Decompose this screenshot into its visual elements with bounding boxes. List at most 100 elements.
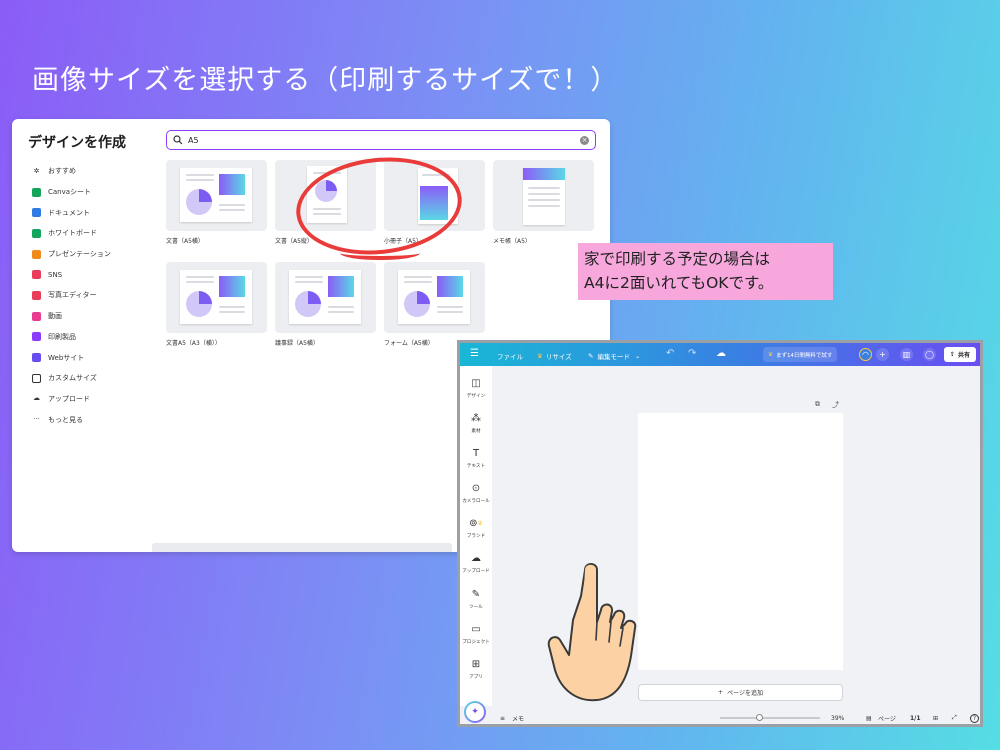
menu-item-label: もっと見る <box>48 415 83 424</box>
share-label: 共有 <box>958 352 971 359</box>
menu-item-upload[interactable]: ☁ アップロード <box>32 389 162 410</box>
pointing-hand-illustration <box>547 563 637 702</box>
rail-camera-roll[interactable]: ⊙ カメラロール <box>460 483 492 504</box>
search-box[interactable]: × <box>166 130 596 150</box>
design-page[interactable] <box>638 413 843 670</box>
menu-item-label: 写真エディター <box>48 291 97 300</box>
menu-item-sns[interactable]: SNS <box>32 264 162 285</box>
rail-text[interactable]: T テキスト <box>460 448 492 469</box>
web-icon <box>32 353 41 363</box>
rail-label: テキスト <box>466 464 486 469</box>
template-tile[interactable]: フォーム（A5横） <box>384 262 485 347</box>
left-rail: ◫ デザイン ⁂ 素材 T テキスト ⊙ カメラロール ⊚♛ ブランド ☁ アッ… <box>460 366 492 706</box>
rail-upload[interactable]: ☁ アップロード <box>460 553 492 574</box>
menu-item-custom-size[interactable]: カスタムサイズ <box>32 368 162 389</box>
trial-button[interactable]: ♛ まず14日間無料で試す <box>763 347 838 362</box>
menu-item-label: おすすめ <box>48 167 76 176</box>
rail-design[interactable]: ◫ デザイン <box>460 378 492 399</box>
menu-item-docs[interactable]: ドキュメント <box>32 202 162 223</box>
pages-button[interactable]: ページ <box>878 714 896 723</box>
crown-icon: ♛ <box>768 351 773 358</box>
grid-view-icon[interactable]: ⊞ <box>933 715 938 722</box>
notes-icon: ≡ <box>500 714 506 722</box>
menu-item-print[interactable]: 印刷製品 <box>32 327 162 348</box>
rail-apps[interactable]: ⊞ アプリ <box>460 659 492 680</box>
menu-item-recommended[interactable]: ✲ おすすめ <box>32 161 162 182</box>
add-page-button[interactable]: + ページを追加 <box>638 684 843 701</box>
menu-item-video[interactable]: 動画 <box>32 306 162 327</box>
rail-label: カメラロール <box>462 499 490 504</box>
brand-icon: ⊚♛ <box>469 518 483 529</box>
duplicate-page-icon[interactable]: ⧉ <box>815 400 820 409</box>
template-tile[interactable]: 文書（A5横） <box>166 160 267 245</box>
menu-item-label: SNS <box>48 270 63 279</box>
page-count: 1/1 <box>910 714 921 722</box>
plus-icon: + <box>718 689 724 696</box>
template-label: 文書（A5横） <box>166 238 204 245</box>
menu-item-label: 印刷製品 <box>48 332 76 341</box>
share-button[interactable]: ⇪ 共有 <box>944 347 977 362</box>
scroll-strip[interactable] <box>152 543 452 552</box>
menu-item-presentation[interactable]: プレゼンテーション <box>32 244 162 265</box>
file-menu[interactable]: ファイル <box>497 351 523 361</box>
redo-icon[interactable]: ↷ <box>688 348 696 359</box>
whiteboard-icon <box>32 228 41 238</box>
zoom-slider[interactable] <box>720 717 820 719</box>
menu-item-label: ホワイトボード <box>48 229 97 238</box>
resize-button[interactable]: ♛ リサイズ <box>537 351 572 361</box>
zoom-slider-thumb[interactable] <box>756 714 763 721</box>
rail-draw[interactable]: ✎ ツール <box>460 589 492 610</box>
slide-title: 画像サイズを選択する（印刷するサイズで！） <box>32 65 619 96</box>
pages-icon: ▤ <box>866 714 872 722</box>
rail-label: ツール <box>469 605 483 610</box>
add-page-icon[interactable]: ⤴ <box>832 400 839 410</box>
search-input[interactable] <box>188 135 580 145</box>
menu-item-label: ドキュメント <box>48 208 90 217</box>
menu-item-whiteboard[interactable]: ホワイトボード <box>32 223 162 244</box>
avatar[interactable]: ◠ <box>859 348 872 361</box>
template-tile[interactable]: メモ帳（A5） <box>493 160 594 245</box>
sparkle-icon: ✲ <box>33 166 40 175</box>
insights-icon[interactable]: ▥ <box>900 348 913 361</box>
presentation-icon <box>32 249 41 259</box>
template-tile[interactable]: 文書A5（A3（横）） <box>166 262 267 347</box>
magic-button[interactable]: ✦ <box>464 701 486 723</box>
add-collaborator-button[interactable]: + <box>876 348 889 361</box>
template-label: 文書A5（A3（横）） <box>166 340 221 347</box>
menu-icon[interactable]: ☰ <box>470 348 479 359</box>
crown-icon: ♛ <box>537 352 543 360</box>
edit-mode-button[interactable]: ✎ 編集モード ⌄ <box>588 351 640 361</box>
highlight-circle-tail <box>340 246 420 260</box>
menu-item-website[interactable]: Webサイト <box>32 347 162 368</box>
menu-item-photo-editor[interactable]: 写真エディター <box>32 285 162 306</box>
template-thumbnail <box>384 262 485 333</box>
rail-label: アプリ <box>469 675 483 680</box>
draw-icon: ✎ <box>471 589 481 600</box>
edit-mode-label: 編集モード <box>597 353 630 361</box>
clear-search-icon[interactable]: × <box>580 135 589 145</box>
menu-item-more[interactable]: ··· もっと見る <box>32 409 162 430</box>
note-box: 家で印刷する予定の場合は A4に2面いれてもOKです。 <box>578 243 833 300</box>
chevron-down-icon: ⌄ <box>634 352 641 360</box>
menu-item-sheets[interactable]: Canvaシート <box>32 182 162 203</box>
template-tile[interactable]: 議事録（A5横） <box>275 262 376 347</box>
template-thumbnail <box>493 160 594 231</box>
elements-icon: ⁂ <box>471 413 481 424</box>
upload-icon: ☁ <box>471 553 481 564</box>
memo-button[interactable]: メモ <box>512 714 524 723</box>
rail-projects[interactable]: ▭ プロジェクト <box>460 624 492 645</box>
help-icon[interactable]: ? <box>970 713 979 723</box>
add-page-label: ページを追加 <box>727 690 763 697</box>
undo-icon[interactable]: ↶ <box>666 348 674 359</box>
comment-icon[interactable]: ◯ <box>923 348 936 361</box>
rail-brand[interactable]: ⊚♛ ブランド <box>460 518 492 539</box>
cloud-save-icon[interactable]: ☁ <box>716 348 726 359</box>
fullscreen-icon[interactable]: ⤢ <box>952 714 957 722</box>
zoom-level[interactable]: 39% <box>831 715 844 722</box>
rail-elements[interactable]: ⁂ 素材 <box>460 413 492 434</box>
menu-item-label: 動画 <box>48 312 62 321</box>
magic-sparkle-icon: ✦ <box>466 703 484 721</box>
category-menu: ✲ おすすめ Canvaシート ドキュメント ホワイトボード プレゼンテーション… <box>32 161 162 430</box>
rail-label: プロジェクト <box>462 640 490 645</box>
template-thumbnail <box>166 160 267 231</box>
